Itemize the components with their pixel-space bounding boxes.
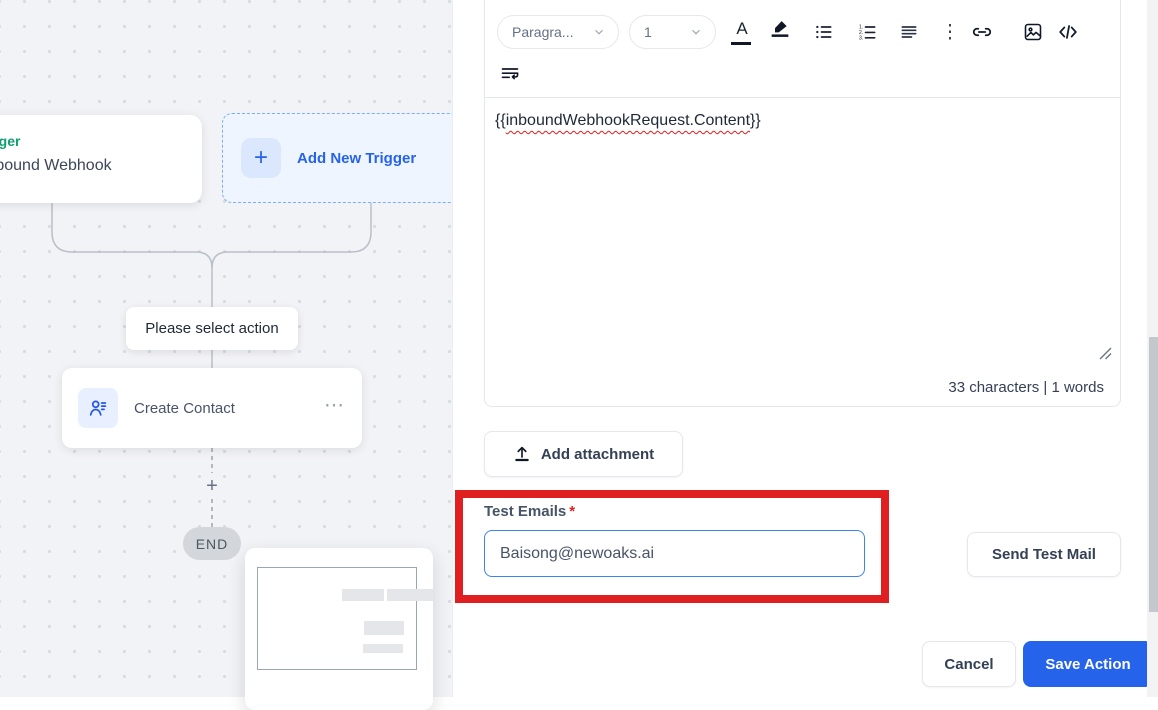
kebab-menu-icon[interactable]: ⋮: [937, 17, 963, 47]
card-menu-button[interactable]: ⋯: [324, 393, 346, 418]
email-body-editor[interactable]: {{inboundWebhookRequest.Content}}: [485, 98, 1120, 366]
font-size-dropdown[interactable]: 1: [629, 15, 716, 49]
rich-text-editor: Paragra... 1 A 1. 2. 3. ⋮ {{inboundWebho…: [484, 0, 1121, 407]
preview-tooltip-card: [245, 548, 433, 710]
chevron-down-icon: [689, 25, 703, 39]
editor-toolbar: Paragra... 1 A 1. 2. 3. ⋮: [485, 0, 1120, 98]
bullet-list-icon[interactable]: [811, 17, 837, 47]
add-new-trigger-label: Add New Trigger: [297, 149, 417, 167]
resize-handle-icon[interactable]: [1099, 347, 1112, 360]
trigger-card-inbound-webhook[interactable]: Trigger Inbound Webhook: [0, 115, 202, 203]
thumbnail-bar: [342, 589, 384, 601]
scrollbar-thumb[interactable]: [1148, 337, 1158, 612]
paragraph-style-dropdown[interactable]: Paragra...: [497, 15, 619, 49]
panel-scrollbar[interactable]: [1147, 0, 1158, 697]
thumbnail-bar: [387, 589, 433, 601]
required-asterisk: *: [569, 503, 576, 520]
chevron-down-icon: [592, 25, 606, 39]
upload-icon: [513, 445, 531, 463]
align-left-icon[interactable]: [896, 17, 922, 47]
code-icon[interactable]: [1055, 17, 1081, 47]
text-wrap-icon[interactable]: [497, 59, 523, 89]
save-action-button[interactable]: Save Action: [1023, 641, 1153, 687]
thumbnail-bar: [364, 621, 404, 635]
numbered-list-icon[interactable]: 1. 2. 3.: [855, 17, 881, 47]
svg-text:3.: 3.: [859, 36, 864, 42]
character-count: 33 characters | 1 words: [948, 378, 1104, 396]
preview-thumbnail-frame: [257, 567, 433, 670]
create-contact-action-card[interactable]: Create Contact ⋯: [62, 368, 362, 448]
trigger-title: Inbound Webhook: [0, 157, 112, 174]
send-test-mail-button[interactable]: Send Test Mail: [967, 532, 1121, 577]
editor-status-bar: 33 characters | 1 words: [485, 366, 1120, 408]
image-icon[interactable]: [1020, 17, 1046, 47]
end-badge: END: [183, 527, 241, 560]
add-attachment-button[interactable]: Add attachment: [484, 431, 683, 477]
contact-icon: [78, 388, 118, 428]
merge-tag-text: {{inboundWebhookRequest.Content}}: [495, 112, 761, 129]
please-select-action-label: Please select action: [126, 307, 298, 350]
action-settings-panel: Paragra... 1 A 1. 2. 3. ⋮ {{inboundWebho…: [452, 0, 1158, 697]
add-step-plus-button[interactable]: +: [203, 475, 221, 497]
trigger-category-label: Trigger: [0, 133, 21, 149]
test-email-input[interactable]: [484, 530, 865, 577]
plus-icon: +: [241, 138, 281, 178]
cancel-button[interactable]: Cancel: [922, 641, 1016, 687]
add-attachment-label: Add attachment: [540, 445, 655, 463]
thumbnail-bar: [363, 644, 403, 653]
add-new-trigger-button[interactable]: + Add New Trigger: [222, 113, 468, 203]
text-color-icon[interactable]: A: [729, 17, 755, 47]
test-emails-label: Test Emails *: [484, 503, 576, 520]
highlighter-icon[interactable]: [767, 17, 793, 47]
create-contact-label: Create Contact: [134, 399, 235, 417]
link-icon[interactable]: [969, 17, 995, 47]
